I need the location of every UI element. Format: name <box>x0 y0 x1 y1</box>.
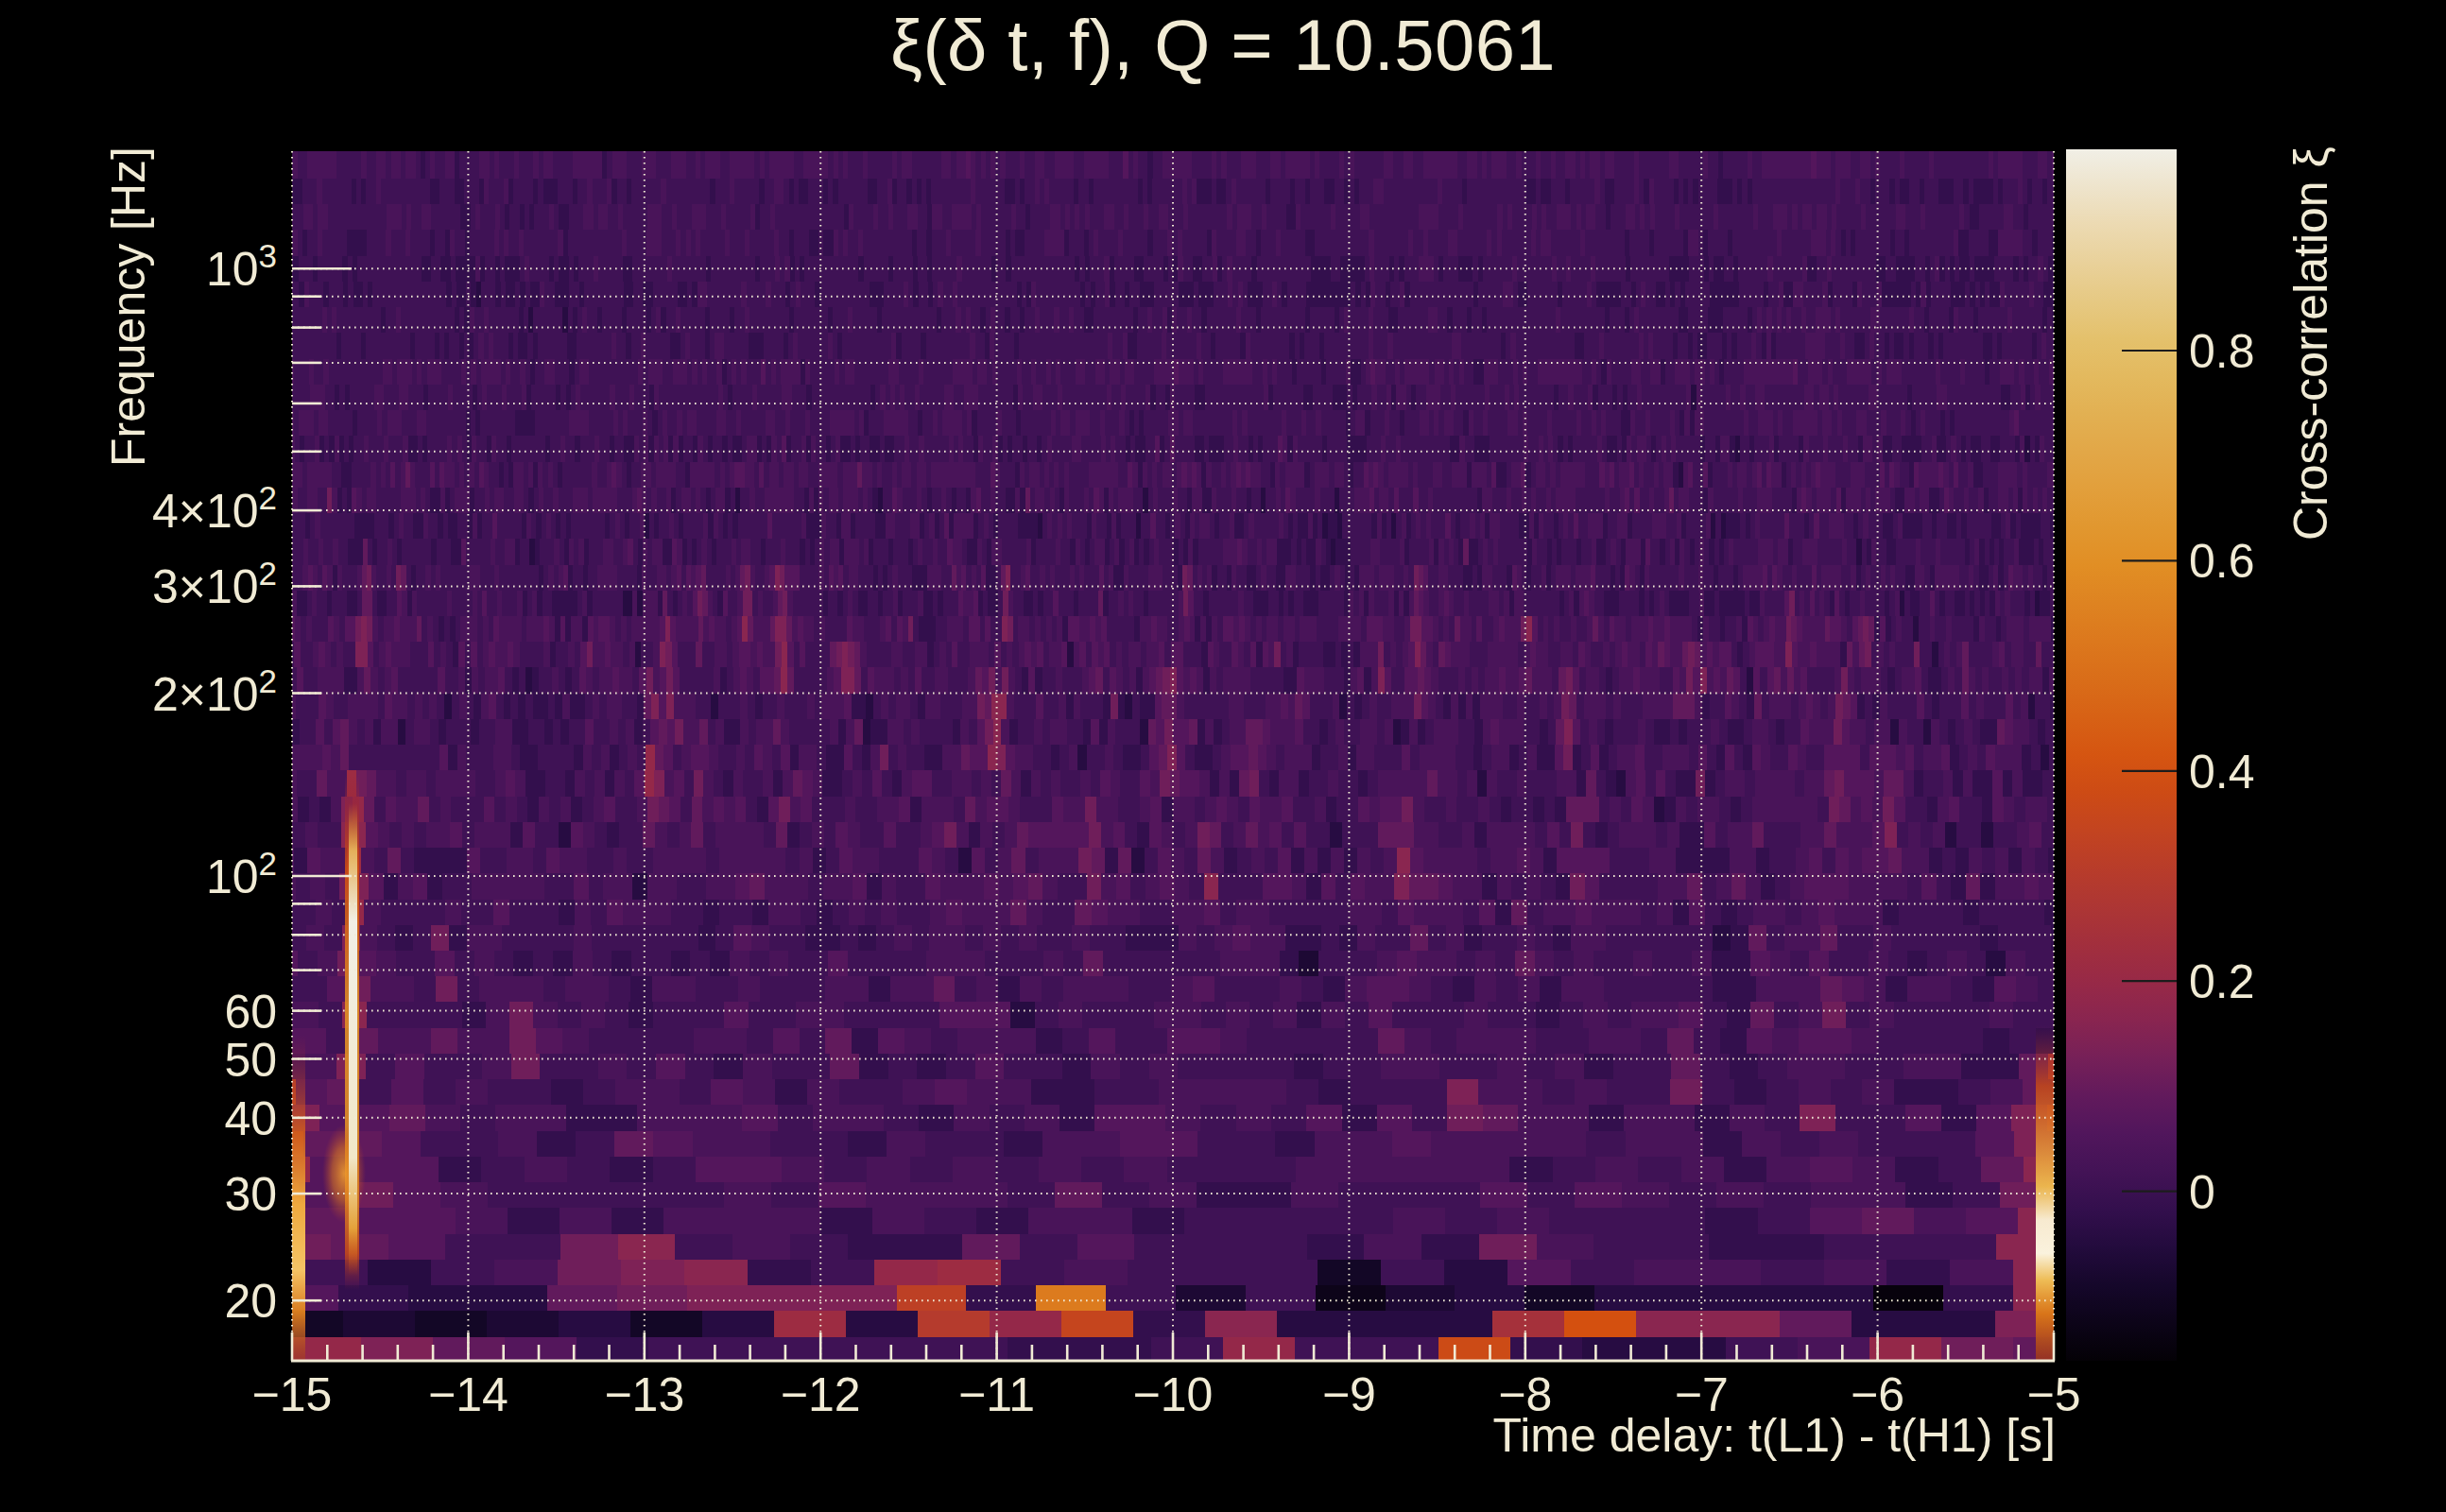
svg-text:3×102: 3×102 <box>152 555 277 613</box>
svg-text:0.8: 0.8 <box>2189 325 2255 378</box>
svg-text:−9: −9 <box>1322 1368 1376 1421</box>
svg-text:−10: −10 <box>1133 1368 1214 1421</box>
svg-text:0.4: 0.4 <box>2189 746 2255 799</box>
svg-text:Cross-correlation ξ: Cross-correlation ξ <box>2284 146 2337 541</box>
svg-text:20: 20 <box>224 1275 277 1328</box>
svg-text:Frequency [Hz]: Frequency [Hz] <box>102 146 155 467</box>
svg-text:ξ(δ t, f), Q = 10.5061: ξ(δ t, f), Q = 10.5061 <box>890 5 1556 85</box>
svg-text:60: 60 <box>224 986 277 1039</box>
svg-text:0.6: 0.6 <box>2189 535 2255 588</box>
svg-text:30: 30 <box>224 1168 277 1221</box>
svg-text:−14: −14 <box>428 1368 508 1421</box>
svg-text:50: 50 <box>224 1034 277 1087</box>
svg-text:−11: −11 <box>958 1368 1035 1421</box>
svg-text:−12: −12 <box>781 1368 861 1421</box>
svg-text:0.2: 0.2 <box>2189 955 2255 1008</box>
svg-text:4×102: 4×102 <box>152 479 277 538</box>
svg-text:40: 40 <box>224 1092 277 1145</box>
svg-text:2×102: 2×102 <box>152 662 277 721</box>
svg-text:−15: −15 <box>252 1368 333 1421</box>
svg-text:0: 0 <box>2189 1166 2215 1219</box>
svg-text:Time delay: t(L1) - t(H1) [s]: Time delay: t(L1) - t(H1) [s] <box>1493 1409 2056 1462</box>
svg-text:−13: −13 <box>604 1368 684 1421</box>
